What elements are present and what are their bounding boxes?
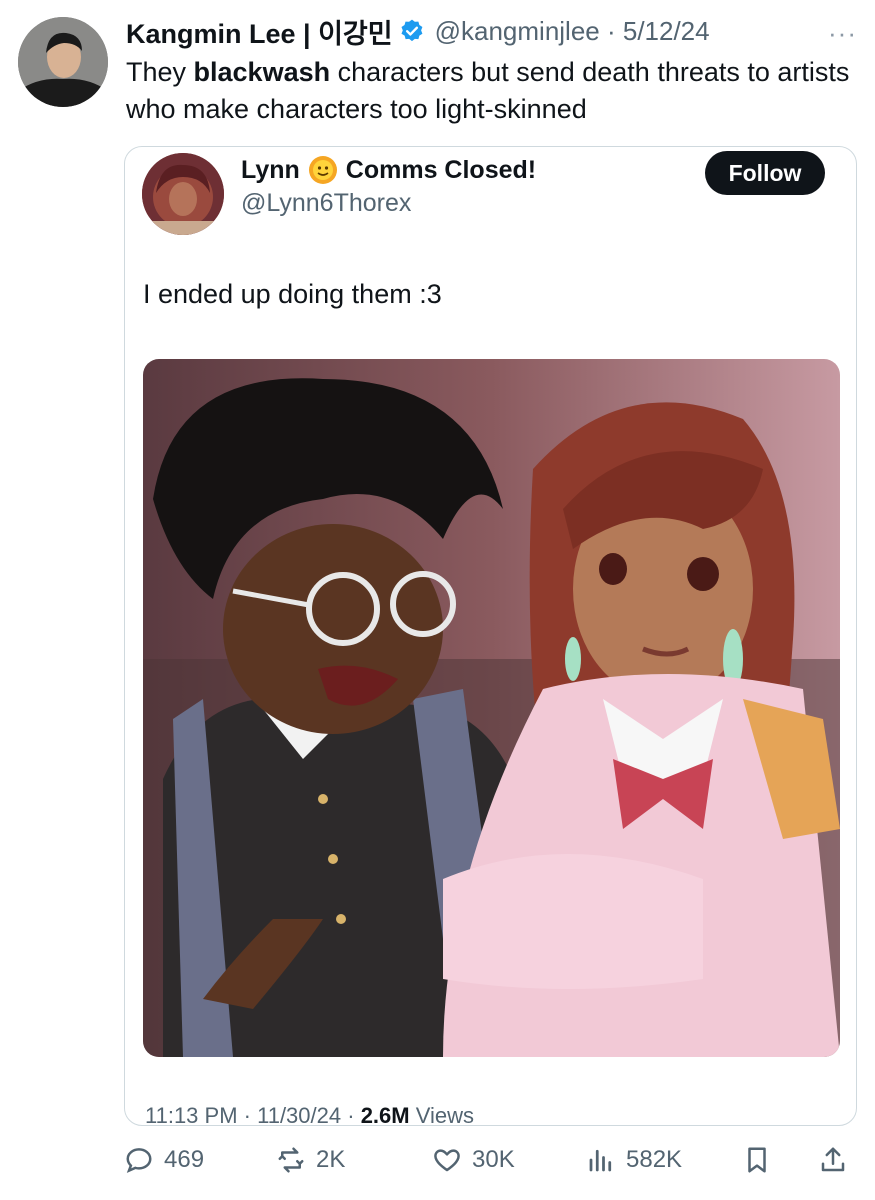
like-button[interactable]: 30K — [432, 1140, 515, 1180]
like-count: 30K — [472, 1146, 515, 1173]
share-button[interactable] — [818, 1140, 858, 1180]
author-name[interactable]: Kangmin Lee | 이강민 — [126, 12, 393, 51]
tweet-text-bold: blackwash — [193, 57, 331, 87]
quoted-date[interactable]: 11/30/24 — [257, 1103, 341, 1125]
tweet-date[interactable]: 5/12/24 — [623, 16, 710, 46]
heart-icon — [434, 1149, 460, 1172]
quoted-author-avatar[interactable] — [142, 153, 224, 235]
author-handle[interactable]: @kangminjlee — [435, 16, 600, 46]
reply-count: 469 — [164, 1146, 205, 1173]
bookmark-icon — [748, 1147, 766, 1173]
views-button[interactable]: 582K — [586, 1140, 682, 1180]
author-avatar[interactable] — [18, 17, 108, 107]
views-count: 582K — [626, 1146, 683, 1173]
analytics-icon — [589, 1149, 612, 1172]
repost-button[interactable]: 2K — [276, 1140, 345, 1180]
quoted-views-count: 2.6M — [360, 1103, 410, 1126]
sun-emoji-icon — [308, 155, 338, 185]
bookmark-button[interactable] — [742, 1140, 782, 1180]
follow-button[interactable]: Follow — [705, 151, 825, 195]
quoted-time[interactable]: 11:13 PM — [145, 1103, 238, 1125]
reply-icon — [126, 1148, 152, 1173]
quoted-name-first: Lynn — [241, 155, 300, 184]
reply-button[interactable]: 469 — [124, 1140, 204, 1180]
quoted-tweet-image[interactable] — [143, 359, 840, 1057]
tweet-header: Kangmin Lee | 이강민 @kangminjlee · 5/12/24 — [126, 12, 846, 51]
quoted-author-name[interactable]: Lynn Comms Closed! — [241, 155, 536, 185]
repost-count: 2K — [316, 1146, 346, 1173]
quoted-tweet-text: I ended up doing them :3 — [143, 279, 442, 309]
tweet-text: They blackwash characters but send death… — [126, 54, 856, 128]
more-options-icon[interactable]: ··· — [828, 18, 857, 49]
quoted-name-status: Comms Closed! — [345, 155, 537, 184]
action-bar: 469 2K 30K 582K — [124, 1140, 859, 1180]
verified-badge-icon — [399, 18, 425, 44]
repost-icon — [278, 1147, 304, 1173]
tweet-text-part1: They — [126, 57, 194, 87]
share-icon — [821, 1147, 845, 1172]
quoted-views-label: Views — [415, 1103, 475, 1126]
handle-and-date: @kangminjlee · 5/12/24 — [434, 15, 710, 46]
quoted-tweet[interactable]: Lynn Comms Closed! @Lynn6Thorex Follow I… — [124, 146, 857, 1126]
quoted-tweet-meta: 11:13 PM · 11/30/24 · 2.6M Views — [145, 1103, 475, 1126]
quoted-author-handle[interactable]: @Lynn6Thorex — [241, 189, 411, 218]
